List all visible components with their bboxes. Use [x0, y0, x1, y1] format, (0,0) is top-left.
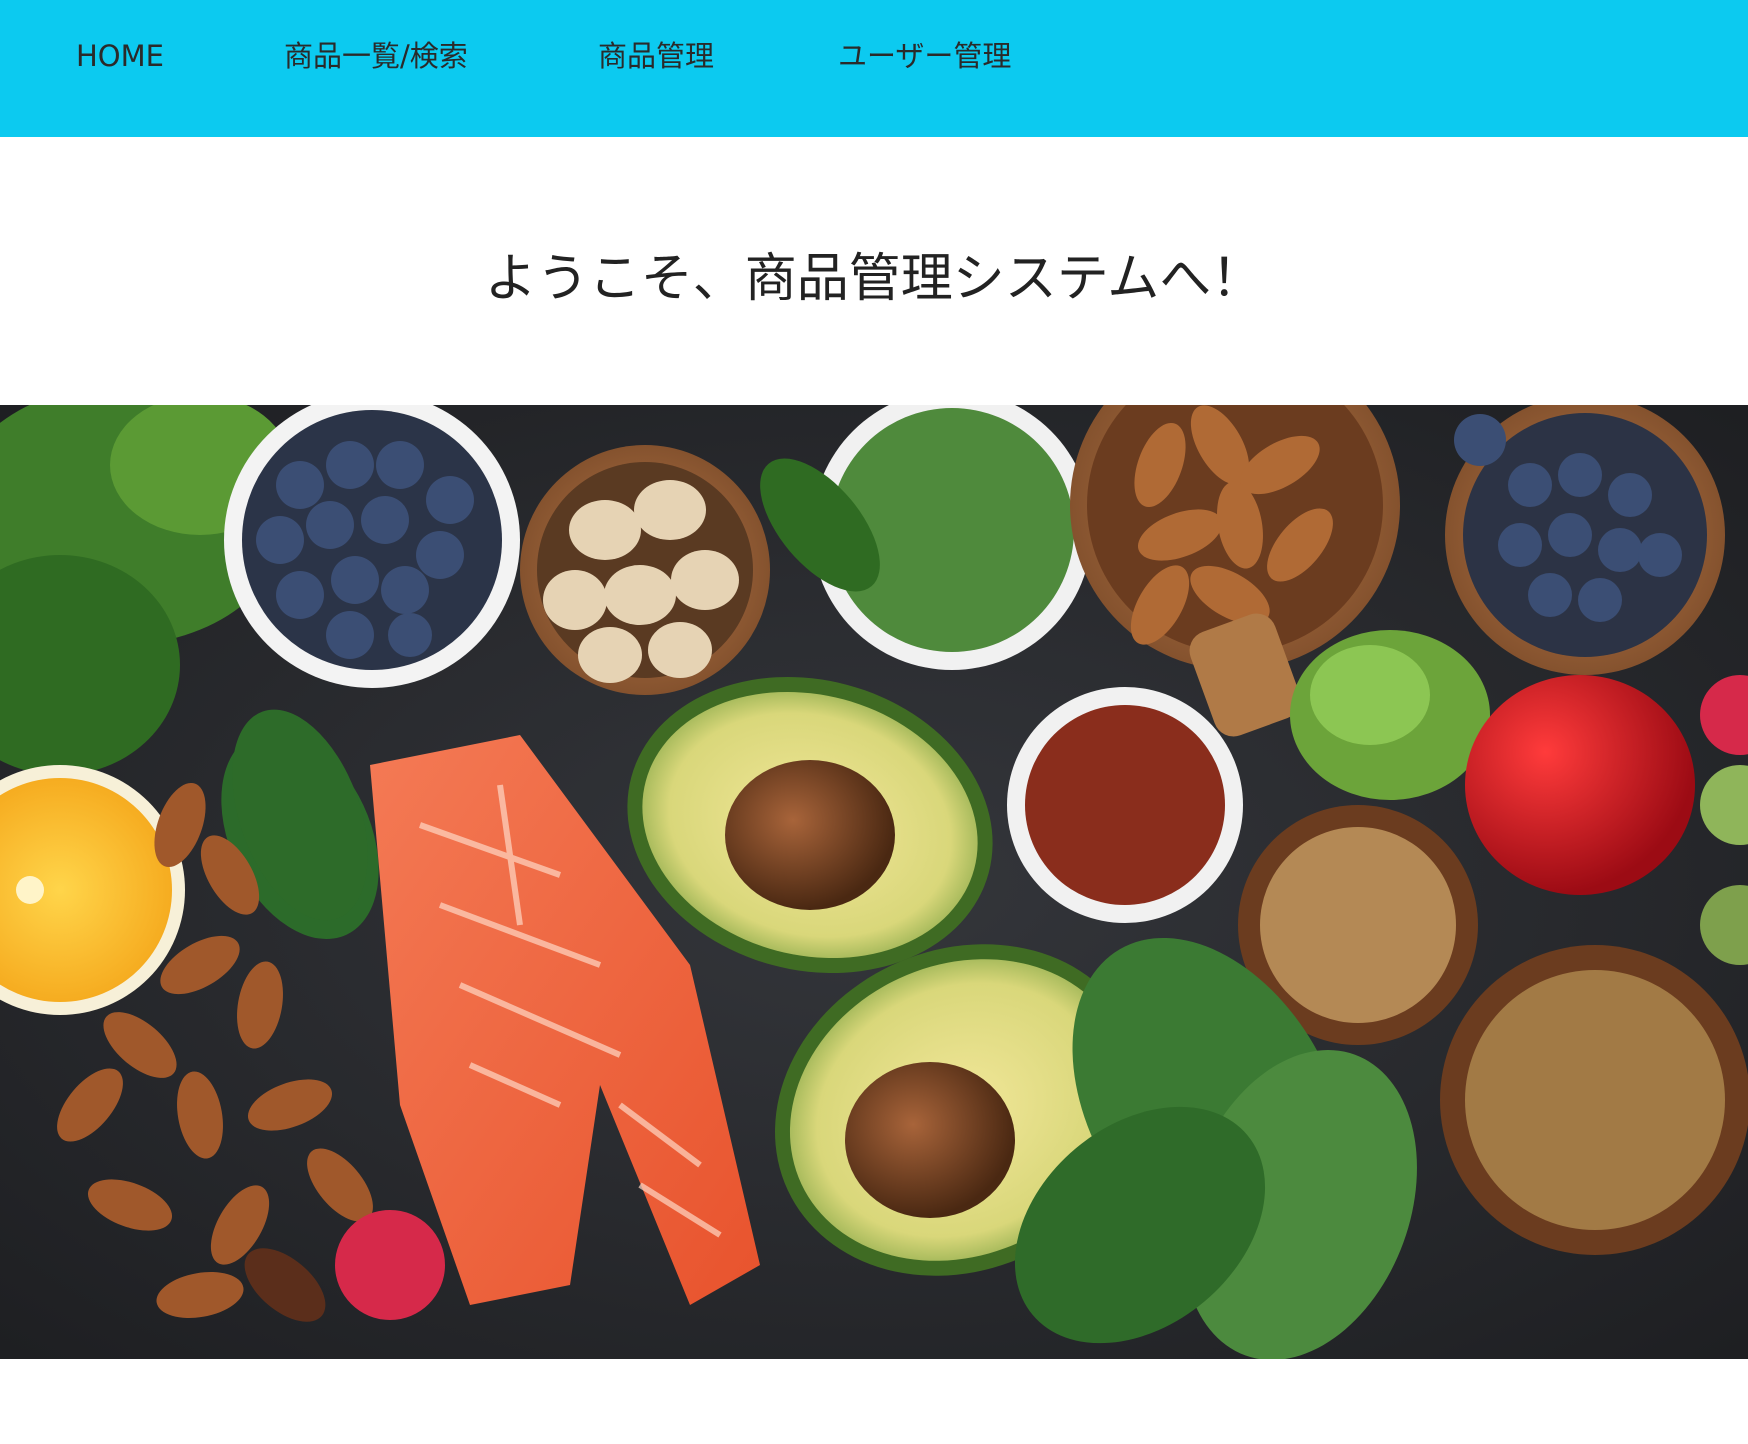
- hero-image: [0, 405, 1748, 1359]
- nav-product-management-link[interactable]: 商品管理: [598, 36, 714, 76]
- nav-user-management-link[interactable]: ユーザー管理: [838, 36, 1011, 76]
- nav-product-list-link[interactable]: 商品一覧/検索: [284, 36, 468, 76]
- top-navbar: HOME 商品一覧/検索 商品管理 ユーザー管理: [0, 0, 1748, 137]
- page-title: ようこそ、商品管理システムへ！: [484, 249, 1264, 309]
- healthy-food-photo: [0, 405, 1748, 1359]
- nav-home-link[interactable]: HOME: [76, 36, 164, 76]
